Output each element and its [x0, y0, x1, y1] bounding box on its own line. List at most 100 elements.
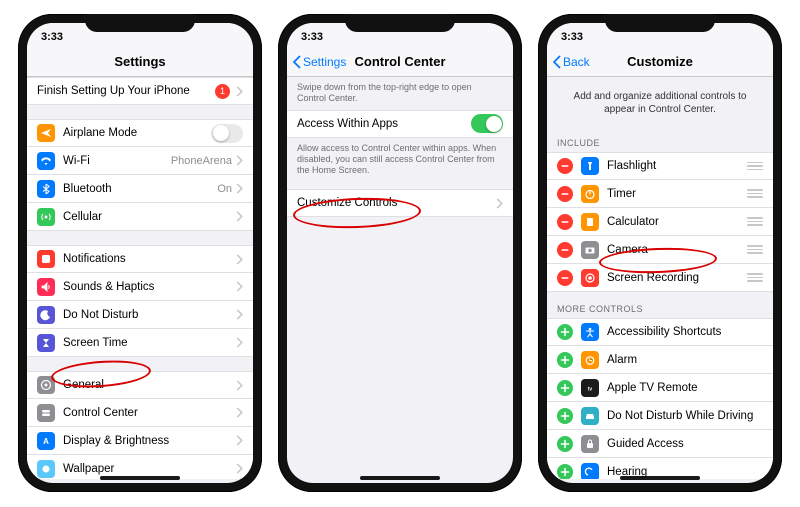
- label: Control Center: [63, 407, 236, 419]
- ear-icon: [581, 463, 599, 480]
- chevron-right-icon: [236, 435, 243, 446]
- wifi-network-value: PhoneArena: [171, 155, 232, 167]
- more-row-apple-tv[interactable]: tv Apple TV Remote: [547, 374, 773, 402]
- row-screentime[interactable]: Screen Time: [27, 329, 253, 357]
- reorder-grip-icon[interactable]: [747, 217, 763, 226]
- camera-icon: [581, 241, 599, 259]
- reorder-grip-icon[interactable]: [747, 189, 763, 198]
- badge-icon: 1: [215, 84, 230, 99]
- label: Screen Recording: [607, 272, 741, 284]
- include-row-screen-recording[interactable]: Screen Recording: [547, 264, 773, 292]
- more-row-accessibility[interactable]: Accessibility Shortcuts: [547, 318, 773, 346]
- row-finish-setup[interactable]: Finish Setting Up Your iPhone 1: [27, 77, 253, 105]
- chevron-right-icon: [236, 281, 243, 292]
- label: Finish Setting Up Your iPhone: [37, 85, 215, 97]
- row-bluetooth[interactable]: Bluetooth On: [27, 175, 253, 203]
- row-cellular[interactable]: Cellular: [27, 203, 253, 231]
- svg-text:A: A: [43, 437, 49, 446]
- airplane-toggle[interactable]: [211, 124, 243, 143]
- chevron-right-icon: [236, 407, 243, 418]
- chevron-right-icon: [236, 309, 243, 320]
- row-airplane-mode[interactable]: Airplane Mode: [27, 119, 253, 147]
- row-general[interactable]: General: [27, 371, 253, 399]
- notch: [85, 14, 195, 32]
- customize-info: Add and organize additional controls to …: [547, 77, 773, 126]
- remove-button[interactable]: [557, 270, 573, 286]
- include-row-flashlight[interactable]: Flashlight: [547, 152, 773, 180]
- label: General: [63, 379, 236, 391]
- car-icon: [581, 407, 599, 425]
- include-row-calculator[interactable]: Calculator: [547, 208, 773, 236]
- airplane-icon: [37, 124, 55, 142]
- add-button[interactable]: [557, 324, 573, 340]
- label: Display & Brightness: [63, 435, 236, 447]
- display-text-icon: A: [37, 432, 55, 450]
- notch: [605, 14, 715, 32]
- label: Do Not Disturb: [63, 309, 236, 321]
- label: Do Not Disturb While Driving: [607, 410, 763, 422]
- row-sounds[interactable]: Sounds & Haptics: [27, 273, 253, 301]
- screen-recording-icon: [581, 269, 599, 287]
- include-row-timer[interactable]: Timer: [547, 180, 773, 208]
- reorder-grip-icon[interactable]: [747, 245, 763, 254]
- add-button[interactable]: [557, 408, 573, 424]
- apple-tv-icon: tv: [581, 379, 599, 397]
- navbar: Back Customize: [547, 47, 773, 77]
- phone-control-center: 3:33 Settings Control Center Swipe down …: [278, 14, 522, 492]
- calculator-icon: [581, 213, 599, 231]
- more-row-dnd-driving[interactable]: Do Not Disturb While Driving: [547, 402, 773, 430]
- lock-icon: [581, 435, 599, 453]
- page-title: Control Center: [355, 54, 446, 69]
- row-notifications[interactable]: Notifications: [27, 245, 253, 273]
- label: Camera: [607, 244, 741, 256]
- reorder-grip-icon[interactable]: [747, 273, 763, 282]
- row-access-within-apps[interactable]: Access Within Apps: [287, 110, 513, 138]
- more-row-alarm[interactable]: Alarm: [547, 346, 773, 374]
- home-indicator[interactable]: [620, 476, 700, 480]
- add-button[interactable]: [557, 436, 573, 452]
- back-label: Back: [563, 55, 590, 69]
- chevron-right-icon: [236, 337, 243, 348]
- more-row-guided-access[interactable]: Guided Access: [547, 430, 773, 458]
- label: Accessibility Shortcuts: [607, 326, 763, 338]
- row-control-center[interactable]: Control Center: [27, 399, 253, 427]
- row-display[interactable]: A Display & Brightness: [27, 427, 253, 455]
- add-button[interactable]: [557, 380, 573, 396]
- remove-button[interactable]: [557, 158, 573, 174]
- label: Sounds & Haptics: [63, 281, 236, 293]
- home-indicator[interactable]: [360, 476, 440, 480]
- remove-button[interactable]: [557, 214, 573, 230]
- include-row-camera[interactable]: Camera: [547, 236, 773, 264]
- alarm-icon: [581, 351, 599, 369]
- flashlight-icon: [581, 157, 599, 175]
- chevron-right-icon: [236, 254, 243, 265]
- row-wifi[interactable]: Wi-Fi PhoneArena: [27, 147, 253, 175]
- access-toggle[interactable]: [471, 114, 503, 133]
- label: Wi-Fi: [63, 155, 171, 167]
- add-button[interactable]: [557, 352, 573, 368]
- reorder-grip-icon[interactable]: [747, 162, 763, 171]
- bluetooth-icon: [37, 180, 55, 198]
- back-button[interactable]: Settings: [293, 47, 346, 76]
- row-customize-controls[interactable]: Customize Controls: [287, 189, 513, 217]
- more-header: MORE CONTROLS: [547, 292, 773, 318]
- phone-customize: 3:33 Back Customize Add and organize add…: [538, 14, 782, 492]
- label: Access Within Apps: [297, 118, 471, 130]
- notch: [345, 14, 455, 32]
- control-center-switch-icon: [37, 404, 55, 422]
- label: Notifications: [63, 253, 236, 265]
- wifi-settings-icon: [37, 152, 55, 170]
- back-button[interactable]: Back: [553, 47, 590, 76]
- navbar: Settings Control Center: [287, 47, 513, 77]
- add-button[interactable]: [557, 464, 573, 480]
- notifications-icon: [37, 250, 55, 268]
- home-indicator[interactable]: [100, 476, 180, 480]
- page-title: Customize: [627, 54, 693, 69]
- chevron-right-icon: [236, 183, 243, 194]
- remove-button[interactable]: [557, 186, 573, 202]
- remove-button[interactable]: [557, 242, 573, 258]
- svg-text:tv: tv: [588, 386, 593, 392]
- row-dnd[interactable]: Do Not Disturb: [27, 301, 253, 329]
- status-time: 3:33: [561, 31, 583, 43]
- label: Timer: [607, 188, 741, 200]
